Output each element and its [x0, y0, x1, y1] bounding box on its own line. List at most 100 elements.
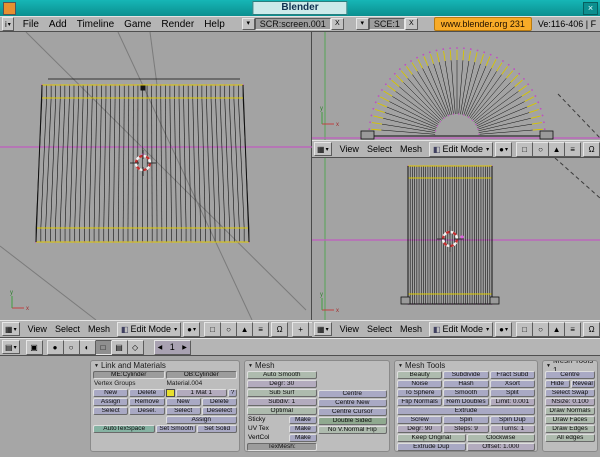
viewport-3d-top[interactable]: xy: [312, 32, 600, 140]
mesh-menu[interactable]: Mesh: [400, 144, 422, 154]
context-icon-0[interactable]: ●: [47, 340, 64, 355]
material-query-button[interactable]: ?: [228, 389, 237, 397]
set-smooth-button[interactable]: Set Smooth: [156, 425, 196, 433]
view-menu[interactable]: View: [340, 144, 359, 154]
rem-doubles-button[interactable]: Rem Doubles: [443, 398, 488, 406]
viewport-type-button[interactable]: ▦▾: [314, 142, 332, 156]
viewport-type-button[interactable]: ▦▾: [2, 322, 20, 336]
material-index-field[interactable]: 1 Mat 1: [176, 389, 228, 397]
header-icon-a2[interactable]: ▲: [549, 322, 565, 337]
window-close-icon[interactable]: ×: [583, 2, 598, 15]
vertcol-make-button[interactable]: Make: [289, 434, 316, 442]
centre-new-button[interactable]: Centre New: [318, 399, 388, 407]
centre-button[interactable]: Centre: [545, 371, 595, 379]
material-new-button[interactable]: New: [166, 398, 201, 406]
header-icon-a0[interactable]: □: [204, 322, 221, 337]
material-select-button[interactable]: Select: [166, 407, 201, 415]
smooth-button[interactable]: Smooth: [443, 389, 488, 397]
double-sided-toggle[interactable]: Double Sided: [318, 417, 388, 425]
reveal-button[interactable]: Reveal: [571, 380, 596, 388]
material-assign-button[interactable]: Assign: [166, 416, 238, 424]
header-icon-a3[interactable]: ≡: [253, 322, 269, 337]
auto-smooth-toggle[interactable]: Auto Smooth: [247, 371, 317, 379]
spin-button[interactable]: Spin: [443, 416, 488, 424]
frame-prev-icon[interactable]: ◀: [158, 344, 163, 351]
draw-type-dropdown[interactable]: ●▾: [495, 142, 512, 157]
menu-game[interactable]: Game: [124, 19, 151, 30]
xsort-button[interactable]: Xsort: [490, 380, 535, 388]
menu-timeline[interactable]: Timeline: [77, 19, 114, 30]
select-menu[interactable]: Select: [367, 144, 392, 154]
screen-browse-button[interactable]: ▾: [242, 18, 255, 30]
mode-dropdown[interactable]: ◧Edit Mode▾: [429, 142, 493, 157]
uvtex-make-button[interactable]: Make: [289, 425, 316, 433]
panel-header[interactable]: ▼Mesh Tools 1: [543, 361, 597, 371]
subdivide-button[interactable]: Subdivide: [443, 371, 488, 379]
draw-normals-toggle[interactable]: Draw Normals: [545, 407, 595, 415]
subsurf-toggle[interactable]: Sub Surf: [247, 389, 317, 397]
header-icon-a0[interactable]: □: [516, 322, 533, 337]
header-icon-a2[interactable]: ▲: [237, 322, 253, 337]
material-delete-button[interactable]: Delete: [202, 398, 237, 406]
header-icon-a3[interactable]: ≡: [565, 142, 581, 157]
spin-dup-button[interactable]: Spin Dup: [490, 416, 535, 424]
steps-field[interactable]: Steps: 9: [443, 425, 488, 433]
panel-header[interactable]: ▼Mesh: [245, 361, 389, 371]
panel-header[interactable]: ▼Link and Materials: [91, 361, 239, 371]
scene-name-field[interactable]: SCE:1: [369, 18, 405, 30]
draw-type-dropdown[interactable]: ●▾: [495, 322, 512, 337]
subdiv-field[interactable]: Subdiv: 1: [247, 398, 317, 406]
mesh-menu[interactable]: Mesh: [400, 324, 422, 334]
beauty-toggle[interactable]: Beauty: [397, 371, 442, 379]
header-icon-b0[interactable]: +: [292, 322, 309, 337]
vgroup-remove-button[interactable]: Remove: [129, 398, 164, 406]
screen-delete-button[interactable]: X: [331, 18, 344, 30]
vgroup-select-button[interactable]: Select: [93, 407, 128, 415]
set-solid-button[interactable]: Set Solid: [197, 425, 237, 433]
hash-button[interactable]: Hash: [443, 380, 488, 388]
autotexspace-button[interactable]: AutoTexSpace: [93, 425, 155, 433]
proportional-edit-icon[interactable]: Ω: [271, 322, 288, 337]
material-deselect-button[interactable]: Deselect: [202, 407, 237, 415]
proportional-edit-icon[interactable]: Ω: [583, 142, 600, 157]
ob-name-field[interactable]: OB:Cylinder: [166, 371, 238, 379]
header-icon-a0[interactable]: □: [516, 142, 533, 157]
material-swatch[interactable]: [166, 389, 175, 397]
select-menu[interactable]: Select: [55, 324, 80, 334]
select-swap-button[interactable]: Select Swap: [545, 389, 595, 397]
mesh-menu[interactable]: Mesh: [88, 324, 110, 334]
menu-render[interactable]: Render: [161, 19, 194, 30]
header-icon-a1[interactable]: ○: [533, 322, 549, 337]
turns-field[interactable]: Turns: 1: [490, 425, 535, 433]
flip-normals-button[interactable]: Flip Normals: [397, 398, 442, 406]
all-edges-toggle[interactable]: All edges: [545, 434, 595, 442]
proportional-edit-icon[interactable]: Ω: [583, 322, 600, 337]
select-menu[interactable]: Select: [367, 324, 392, 334]
draw-faces-toggle[interactable]: Draw Faces: [545, 416, 595, 424]
view-menu[interactable]: View: [340, 324, 359, 334]
sticky-make-button[interactable]: Make: [289, 416, 316, 424]
screen-name-field[interactable]: SCR:screen.001: [255, 18, 331, 30]
draw-type-dropdown[interactable]: ●▾: [183, 322, 200, 337]
menu-help[interactable]: Help: [204, 19, 225, 30]
degr-field[interactable]: Degr: 30: [247, 380, 317, 388]
context-icon-1[interactable]: ○: [64, 340, 80, 355]
menu-file[interactable]: File: [23, 19, 39, 30]
scene-browse-button[interactable]: ▾: [356, 18, 369, 30]
view-menu[interactable]: View: [28, 324, 47, 334]
vgroup-new-button[interactable]: New: [93, 389, 128, 397]
viewport-3d-front[interactable]: xy: [312, 158, 600, 320]
offset-field[interactable]: Offset: 1.000: [467, 443, 536, 451]
mode-dropdown[interactable]: ◧Edit Mode▾: [429, 322, 493, 337]
viewport-type-button[interactable]: ▦▾: [314, 322, 332, 336]
optimal-toggle[interactable]: Optimal: [247, 407, 317, 415]
header-icon-a1[interactable]: ○: [221, 322, 237, 337]
panels-menu-icon[interactable]: ▣: [26, 340, 43, 355]
keep-original-toggle[interactable]: Keep Original: [397, 434, 466, 442]
extrude-dup-button[interactable]: Extrude Dup: [397, 443, 466, 451]
frame-next-icon[interactable]: ▶: [182, 344, 187, 351]
header-icon-a1[interactable]: ○: [533, 142, 549, 157]
nsize-field[interactable]: NSize: 0.100: [545, 398, 595, 406]
screw-button[interactable]: Screw: [397, 416, 442, 424]
hide-button[interactable]: Hide: [545, 380, 570, 388]
